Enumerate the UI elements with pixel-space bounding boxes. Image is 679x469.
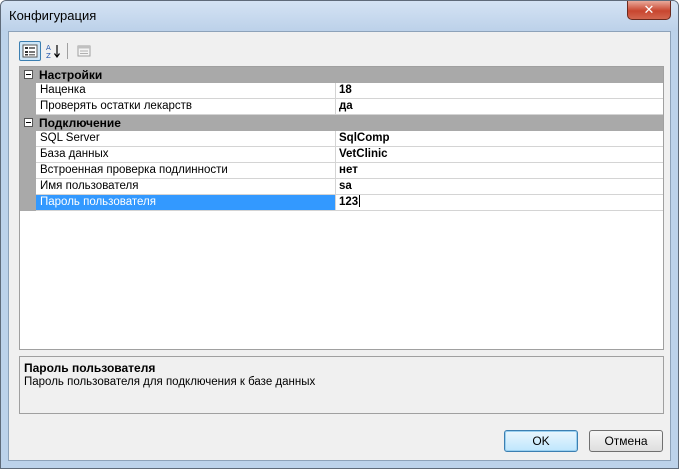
property-grid-toolbar: A Z xyxy=(19,40,139,64)
property-row-markup[interactable]: Наценка 18 xyxy=(20,83,663,99)
description-text: Пароль пользователя для подключения к ба… xyxy=(24,376,316,388)
row-gutter xyxy=(20,99,36,115)
property-value: 123 xyxy=(339,196,359,208)
row-gutter xyxy=(20,131,36,147)
ok-button[interactable]: OK xyxy=(504,430,578,452)
title-bar[interactable]: Конфигурация ✕ xyxy=(1,1,678,31)
row-gutter xyxy=(20,147,36,163)
property-row-password[interactable]: Пароль пользователя 123 xyxy=(20,195,663,211)
property-row-username[interactable]: Имя пользователя sa xyxy=(20,179,663,195)
property-row-database[interactable]: База данных VetClinic xyxy=(20,147,663,163)
alphabetical-sort-icon: A Z xyxy=(46,44,60,59)
svg-text:Z: Z xyxy=(46,52,51,59)
row-gutter xyxy=(20,83,36,99)
dialog-client-area: A Z Настройки Наценка 18 Проверять остат… xyxy=(8,31,671,461)
property-name: Встроенная проверка подлинности xyxy=(36,163,336,178)
property-value[interactable]: 18 xyxy=(336,83,666,98)
description-title: Пароль пользователя xyxy=(24,361,156,375)
property-value[interactable]: sa xyxy=(336,179,666,194)
property-name: Наценка xyxy=(36,83,336,98)
property-value[interactable]: VetClinic xyxy=(336,147,666,162)
description-panel: Пароль пользователя Пароль пользователя … xyxy=(19,356,664,414)
property-name: Проверять остатки лекарств xyxy=(36,99,336,114)
svg-text:A: A xyxy=(46,44,51,52)
property-row-check-stock[interactable]: Проверять остатки лекарств да xyxy=(20,99,663,115)
category-label: Подключение xyxy=(39,116,121,130)
property-value[interactable]: SqlComp xyxy=(336,131,666,146)
text-caret xyxy=(359,195,361,207)
category-row-settings[interactable]: Настройки xyxy=(20,67,663,83)
password-value-editor[interactable]: 123 xyxy=(336,195,666,210)
categorized-view-button[interactable] xyxy=(19,41,41,61)
close-icon: ✕ xyxy=(643,2,655,18)
property-grid: Настройки Наценка 18 Проверять остатки л… xyxy=(19,66,664,350)
collapse-icon[interactable] xyxy=(24,70,33,79)
window-title: Конфигурация xyxy=(9,8,97,23)
category-row-connection[interactable]: Подключение xyxy=(20,115,663,131)
row-gutter xyxy=(20,179,36,195)
property-row-sql-server[interactable]: SQL Server SqlComp xyxy=(20,131,663,147)
property-pages-button[interactable] xyxy=(73,41,95,61)
property-name: Пароль пользователя xyxy=(36,195,336,210)
property-pages-icon xyxy=(77,45,91,57)
property-name: SQL Server xyxy=(36,131,336,146)
property-row-integrated-security[interactable]: Встроенная проверка подлинности нет xyxy=(20,163,663,179)
category-label: Настройки xyxy=(39,68,103,82)
property-value[interactable]: нет xyxy=(336,163,666,178)
close-button[interactable]: ✕ xyxy=(627,1,671,20)
property-value[interactable]: да xyxy=(336,99,666,114)
row-gutter xyxy=(20,195,36,211)
toolbar-separator xyxy=(67,43,68,59)
cancel-button[interactable]: Отмена xyxy=(589,430,663,452)
config-window: Конфигурация ✕ A Z Настройки Наценка 18 … xyxy=(0,0,679,469)
property-name: База данных xyxy=(36,147,336,162)
row-gutter xyxy=(20,163,36,179)
property-name: Имя пользователя xyxy=(36,179,336,194)
collapse-icon[interactable] xyxy=(24,118,33,127)
categorized-view-icon xyxy=(22,44,38,58)
alphabetical-sort-button[interactable]: A Z xyxy=(43,41,65,61)
